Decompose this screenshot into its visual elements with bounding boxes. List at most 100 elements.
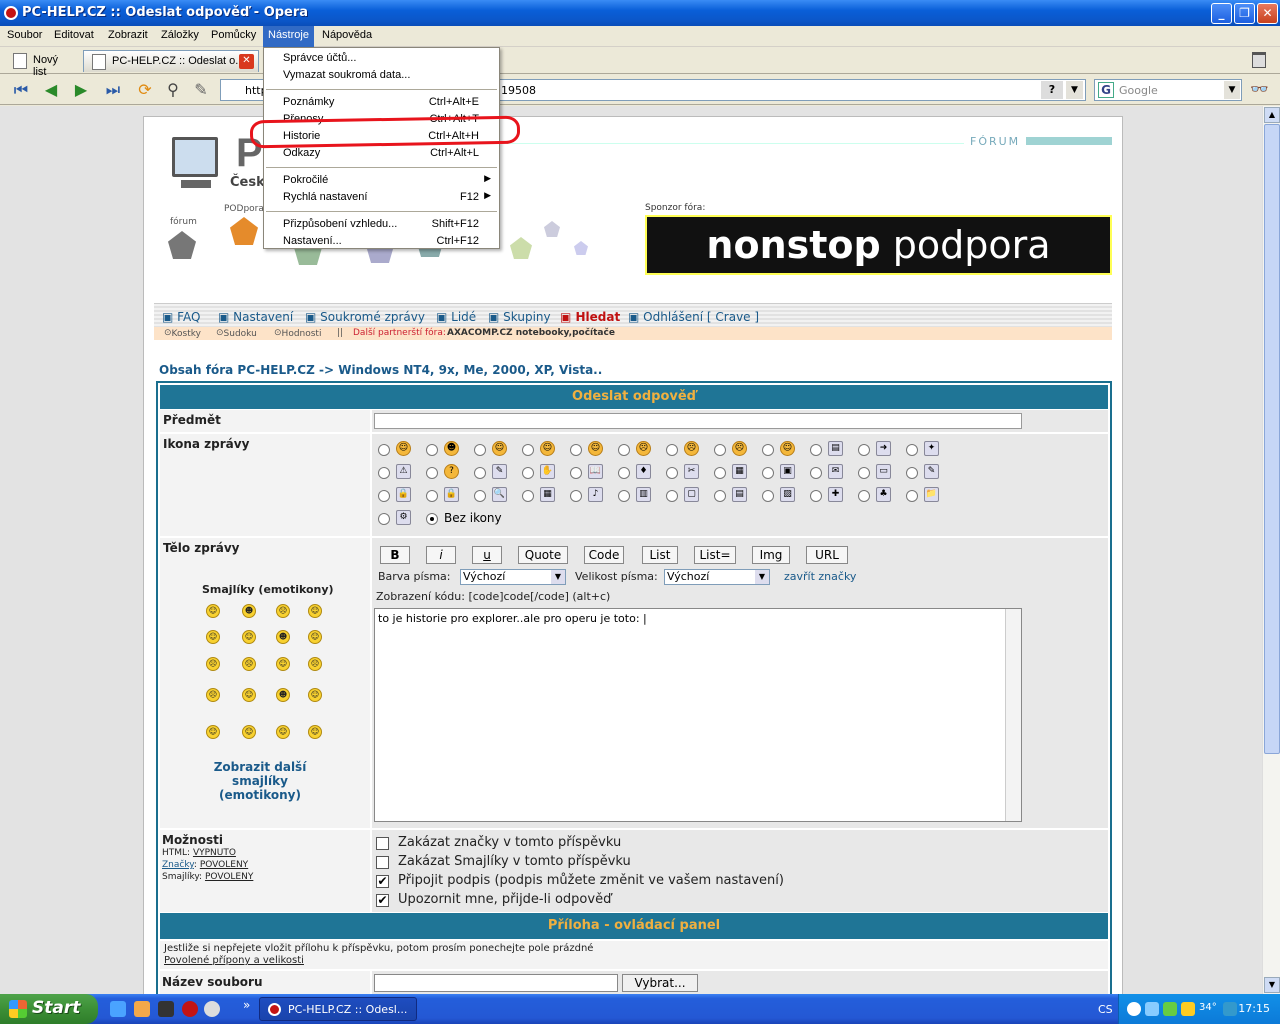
partner-link[interactable]: AXACOMP.CZ notebooky,počítače <box>447 328 615 338</box>
quicklaunch-more-icon[interactable]: » <box>243 998 250 1012</box>
font-color-select[interactable]: Výchozí ▼ <box>460 569 566 585</box>
icon-radio[interactable] <box>666 467 678 479</box>
nav-soukrome-zpravy[interactable]: ▣ Soukromé zprávy <box>305 310 425 324</box>
icon-radio[interactable] <box>618 467 630 479</box>
nav-lide[interactable]: ▣ Lidé <box>436 310 476 324</box>
smiley-icon[interactable]: ☺ <box>242 725 256 739</box>
nav-faq[interactable]: ▣ FAQ <box>162 310 200 324</box>
icon-radio[interactable] <box>378 467 390 479</box>
icon-radio[interactable] <box>762 490 774 502</box>
media-player-icon[interactable] <box>204 1001 220 1017</box>
opera-quicklaunch-icon[interactable] <box>182 1001 198 1017</box>
underline-button[interactable]: u <box>472 546 502 564</box>
icon-radio[interactable] <box>906 490 918 502</box>
subnav-sudoku[interactable]: ⊙ Sudoku <box>216 328 257 339</box>
menu-napoveda[interactable]: Nápověda <box>322 29 372 41</box>
icon-radio[interactable] <box>522 467 534 479</box>
icon-radio[interactable] <box>666 444 678 456</box>
language-indicator[interactable]: CS <box>1098 1003 1113 1016</box>
smiley-icon[interactable]: ☻ <box>242 604 256 618</box>
bold-button[interactable]: B <box>380 546 410 564</box>
icon-radio[interactable] <box>618 490 630 502</box>
options-tags-link[interactable]: Značky <box>162 860 194 870</box>
img-button[interactable]: Img <box>752 546 790 564</box>
podpora-pentagon-icon[interactable] <box>230 217 258 245</box>
icon-radio[interactable] <box>714 490 726 502</box>
menu-item[interactable]: Nastavení... Ctrl+F12 <box>264 233 499 250</box>
icon-radio[interactable] <box>522 490 534 502</box>
icon-radio[interactable] <box>570 467 582 479</box>
sponsor-banner[interactable]: nonstop podpora <box>645 215 1112 275</box>
icon-radio[interactable] <box>474 444 486 456</box>
option-checkbox[interactable]: ✔ <box>376 894 389 907</box>
minimize-button[interactable]: _ <box>1211 3 1232 24</box>
icon-radio[interactable] <box>810 490 822 502</box>
list-numbered-button[interactable]: List= <box>694 546 736 564</box>
nav-odhlaseni[interactable]: ▣ Odhlášení [ Crave ] <box>628 310 759 324</box>
icon-radio[interactable] <box>858 467 870 479</box>
icon-radio[interactable] <box>426 444 438 456</box>
smiley-icon[interactable]: ☻ <box>276 688 290 702</box>
icon-radio[interactable] <box>858 444 870 456</box>
option-checkbox[interactable] <box>376 837 389 850</box>
smiley-icon[interactable]: ☺ <box>308 630 322 644</box>
more-smileys-link[interactable]: Zobrazit další smajlíky (emotikony) <box>210 760 310 802</box>
menu-item[interactable]: Odkazy Ctrl+Alt+L <box>264 145 499 162</box>
close-tags-link[interactable]: zavřít značky <box>784 570 856 583</box>
smiley-icon[interactable]: ☺ <box>276 657 290 671</box>
clock[interactable]: 17:15 <box>1238 1002 1270 1015</box>
menu-item[interactable]: Přizpůsobení vzhledu... Shift+F12 <box>264 216 499 233</box>
trash-icon[interactable] <box>1252 52 1266 68</box>
icon-radio[interactable] <box>474 467 486 479</box>
smiley-icon[interactable]: ☺ <box>276 725 290 739</box>
icon-radio[interactable] <box>714 467 726 479</box>
icon-radio[interactable] <box>762 444 774 456</box>
help-button[interactable]: ? <box>1041 81 1063 99</box>
icon-radio[interactable] <box>618 444 630 456</box>
menu-zobrazit[interactable]: Zobrazit <box>108 29 148 41</box>
tray-globe-icon[interactable] <box>1223 1002 1237 1016</box>
list-button[interactable]: List <box>642 546 678 564</box>
icon-radio[interactable] <box>378 513 390 525</box>
tab-current[interactable]: PC-HELP.CZ :: Odeslat o... ✕ <box>83 50 259 72</box>
icon-radio[interactable] <box>426 467 438 479</box>
icon-radio[interactable] <box>762 467 774 479</box>
option-checkbox[interactable] <box>376 856 389 869</box>
smiley-icon[interactable]: ☺ <box>308 604 322 618</box>
address-dropdown-icon[interactable]: ▼ <box>1066 81 1083 99</box>
fast-forward-icon[interactable]: ⏭ <box>102 80 124 100</box>
icon-radio[interactable] <box>906 444 918 456</box>
nav-skupiny[interactable]: ▣ Skupiny <box>488 310 551 324</box>
close-tab-icon[interactable]: ✕ <box>239 54 254 69</box>
reload-icon[interactable]: ⟳ <box>134 80 156 100</box>
code-button[interactable]: Code <box>584 546 624 564</box>
icon-radio[interactable] <box>714 444 726 456</box>
smiley-icon[interactable]: ☺ <box>206 630 220 644</box>
subject-input[interactable] <box>374 413 1022 429</box>
smiley-icon[interactable]: ☹ <box>206 688 220 702</box>
no-icon-radio[interactable] <box>426 513 438 525</box>
icon-radio[interactable] <box>426 490 438 502</box>
subnav-hodnosti[interactable]: ⊙ Hodnosti <box>274 328 321 339</box>
icon-radio[interactable] <box>378 444 390 456</box>
tray-arrow-icon[interactable] <box>1127 1002 1141 1016</box>
url-button[interactable]: URL <box>806 546 848 564</box>
taskbar-opera-window[interactable]: PC-HELP.CZ :: Odesl... <box>259 997 417 1021</box>
close-window-button[interactable]: ✕ <box>1257 3 1278 24</box>
ie-icon[interactable] <box>110 1001 126 1017</box>
menu-item[interactable]: Poznámky Ctrl+Alt+E <box>264 94 499 111</box>
wand-icon[interactable]: ⚲ <box>162 80 184 100</box>
italic-button[interactable]: i <box>426 546 456 564</box>
smiley-icon[interactable]: ☺ <box>242 688 256 702</box>
quote-button[interactable]: Quote <box>518 546 568 564</box>
option-checkbox[interactable]: ✔ <box>376 875 389 888</box>
textarea-scrollbar[interactable] <box>1005 609 1021 821</box>
edit-icon[interactable]: ✎ <box>190 80 212 100</box>
smiley-icon[interactable]: ☺ <box>206 725 220 739</box>
font-size-select[interactable]: Výchozí ▼ <box>664 569 770 585</box>
search-box[interactable]: G Google ▼ <box>1094 79 1242 101</box>
menu-item[interactable]: Pokročilé ▶ <box>264 172 499 189</box>
scroll-down-icon[interactable]: ▼ <box>1264 977 1280 993</box>
menu-editovat[interactable]: Editovat <box>54 29 94 41</box>
rewind-icon[interactable]: ⏮ <box>10 80 32 100</box>
